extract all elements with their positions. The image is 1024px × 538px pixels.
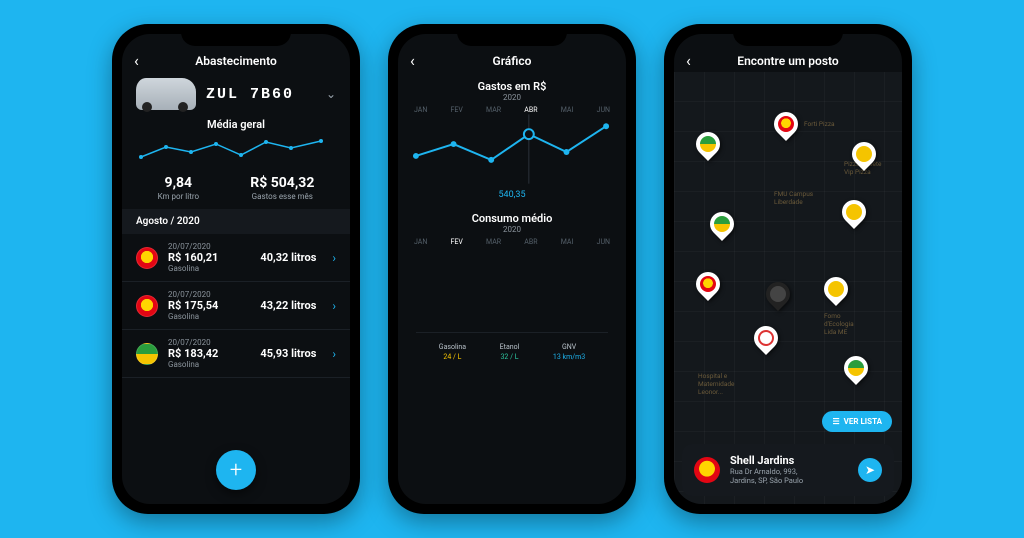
page-title: Encontre um posto [737, 54, 838, 68]
car-image [136, 78, 196, 110]
km-per-liter-label: Km por litro [158, 192, 199, 201]
list-item[interactable]: 20/07/2020 R$ 175,54 Gasolina 43,22 litr… [122, 282, 350, 330]
vehicle-selector[interactable]: ZUL 7B60 ⌄ [122, 72, 350, 112]
shell-icon [136, 247, 158, 269]
map[interactable]: Forti Pizza FMU CampusLiberdade Pizzaria… [674, 72, 902, 504]
ver-lista-button[interactable]: ☰ VER LISTA [822, 411, 892, 432]
shell-icon [136, 295, 158, 317]
map-pin-br[interactable] [691, 127, 725, 161]
list-item[interactable]: 20/07/2020 R$ 183,42 Gasolina 45,93 litr… [122, 330, 350, 378]
map-pin-ipiranga[interactable] [749, 321, 783, 355]
back-icon[interactable]: ‹ [410, 51, 415, 70]
row-liters: 40,32 litros [260, 251, 322, 264]
phone-abastecimento: ‹ Abastecimento ZUL 7B60 ⌄ Média geral 9… [112, 24, 360, 514]
add-button[interactable]: + [216, 450, 256, 490]
list-icon: ☰ [832, 417, 839, 426]
row-date: 20/07/2020 [168, 338, 250, 347]
row-price: R$ 175,54 [168, 299, 250, 312]
monthly-spend-label: Gastos esse mês [250, 192, 314, 201]
row-fuel: Gasolina [168, 264, 250, 273]
page-title: Abastecimento [195, 54, 277, 68]
month-axis: JAN FEV MAR ABR MAI JUN [408, 234, 616, 246]
map-pin-selected[interactable] [761, 277, 795, 311]
navigate-button[interactable]: ➤ [858, 458, 882, 482]
page-title: Gráfico [493, 54, 532, 68]
bar-chart-block: Consumo médio 2020 JAN FEV MAR ABR MAI J… [398, 204, 626, 371]
ver-lista-label: VER LISTA [844, 417, 882, 426]
phone-mapa: ‹ Encontre um posto Forti Pizza FMU Camp… [664, 24, 912, 514]
station-card[interactable]: Shell Jardins Rua Dr Arnaldo, 993,Jardin… [682, 444, 894, 497]
row-fuel: Gasolina [168, 360, 250, 369]
topbar: ‹ Encontre um posto [674, 34, 902, 72]
map-pin-br[interactable] [705, 207, 739, 241]
topbar: ‹ Gráfico [398, 34, 626, 72]
back-icon[interactable]: ‹ [686, 51, 691, 70]
chart-title: Gastos em R$ [408, 80, 616, 93]
legend: Gasolina24 / L Etanol32 / L GNV13 km/m3 [416, 332, 608, 367]
map-pin-shell[interactable] [691, 267, 725, 301]
row-liters: 45,93 litros [260, 347, 322, 360]
chevron-right-icon: › [332, 347, 336, 361]
km-per-liter-value: 9,84 [158, 175, 199, 191]
shell-icon [694, 457, 720, 483]
station-name: Shell Jardins [730, 454, 803, 467]
map-pin-br[interactable] [839, 351, 873, 385]
line-chart[interactable] [408, 114, 616, 184]
sparkline-chart [122, 131, 350, 171]
row-fuel: Gasolina [168, 312, 250, 321]
phone-grafico: ‹ Gráfico Gastos em R$ 2020 JAN FEV MAR … [388, 24, 636, 514]
highlight-value: 540,35 [408, 190, 616, 200]
row-liters: 43,22 litros [260, 299, 322, 312]
topbar: ‹ Abastecimento [122, 34, 350, 72]
row-price: R$ 183,42 [168, 347, 250, 360]
stats-row: 9,84 Km por litro R$ 504,32 Gastos esse … [122, 171, 350, 209]
month-axis: JAN FEV MAR ABR MAI JUN [408, 102, 616, 114]
row-price: R$ 160,21 [168, 251, 250, 264]
media-geral-label: Média geral [122, 118, 350, 131]
line-chart-block: Gastos em R$ 2020 JAN FEV MAR ABR MAI JU… [398, 72, 626, 204]
chart-title: Consumo médio [408, 212, 616, 225]
monthly-spend-value: R$ 504,32 [250, 175, 314, 191]
chevron-right-icon: › [332, 299, 336, 313]
chevron-down-icon: ⌄ [326, 87, 336, 101]
station-address: Rua Dr Arnaldo, 993,Jardins, SP, São Pau… [730, 467, 803, 487]
map-pin-shell[interactable] [769, 107, 803, 141]
license-plate: ZUL 7B60 [206, 86, 294, 103]
bar-chart[interactable] [408, 246, 616, 324]
br-icon [136, 343, 158, 365]
map-pin-ip[interactable] [837, 195, 871, 229]
chart-year: 2020 [408, 225, 616, 234]
map-pin-ip[interactable] [819, 272, 853, 306]
list-item[interactable]: 20/07/2020 R$ 160,21 Gasolina 40,32 litr… [122, 234, 350, 282]
back-icon[interactable]: ‹ [134, 51, 139, 70]
row-date: 20/07/2020 [168, 242, 250, 251]
month-header: Agosto / 2020 [122, 209, 350, 234]
chart-year: 2020 [408, 93, 616, 102]
chevron-right-icon: › [332, 251, 336, 265]
row-date: 20/07/2020 [168, 290, 250, 299]
